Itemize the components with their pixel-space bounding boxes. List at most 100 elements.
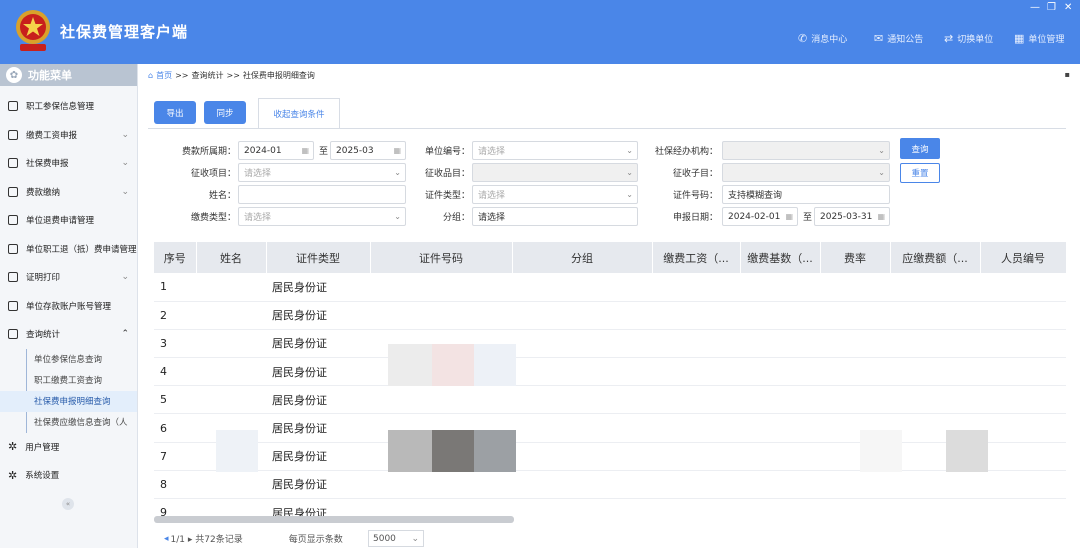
nav-switch-unit[interactable]: ⇄ 切换单位	[944, 32, 993, 45]
chevron-up-icon: ⌃	[121, 329, 129, 340]
period-from-input[interactable]: 2024-01 ▦	[238, 141, 314, 160]
item-select[interactable]: 请选择 ⌄	[238, 163, 406, 182]
tab-collapse-query[interactable]: 收起查询条件	[258, 98, 340, 128]
sidebar-subitem-label: 单位参保信息查询	[34, 355, 103, 365]
table-row[interactable]: 5 居民身份证	[154, 385, 1066, 415]
agency-select[interactable]: ⌄	[722, 141, 890, 160]
sidebar-item-user-manage[interactable]: ✲ 用户管理	[0, 433, 137, 462]
date-from-input[interactable]: 2024-02-01 ▦	[722, 207, 798, 226]
period-to-input[interactable]: 2025-03 ▦	[330, 141, 406, 160]
sidebar-item-bank-account[interactable]: 单位存款账户账号管理	[0, 292, 137, 321]
date-to-input[interactable]: 2025-03-31 ▦	[814, 207, 890, 226]
cell-group	[512, 273, 652, 302]
sync-button[interactable]: 同步	[204, 101, 246, 124]
table-row[interactable]: 3 居民身份证	[154, 329, 1066, 359]
sidebar-subitem-unit-query[interactable]: 单位参保信息查询	[0, 349, 137, 370]
sidebar-item-insured-info[interactable]: 职工参保信息管理	[0, 92, 137, 121]
col-header-group[interactable]: 分组	[512, 242, 653, 273]
col-header-idno[interactable]: 证件号码	[370, 242, 513, 273]
sidebar-item-print-cert[interactable]: 证明打印 ⌄	[0, 263, 137, 292]
gear-icon: ✿	[6, 67, 22, 83]
nav-switch-unit-label: 切换单位	[957, 35, 994, 45]
main-content: ⌂ 首页 >> 查询统计 >> 社保费申报明细查询 ▪ 导出 同步 收起查询条件…	[138, 64, 1080, 548]
col-header-name[interactable]: 姓名	[196, 242, 267, 273]
home-icon[interactable]: ⌂	[148, 71, 153, 80]
sidebar-item-staff-refund[interactable]: 单位职工退（抵）费申请管理	[0, 235, 137, 264]
unit-no-select[interactable]: 请选择 ⌄	[472, 141, 638, 160]
collapse-sidebar-button[interactable]: «	[62, 498, 74, 510]
close-icon[interactable]: ✕	[1064, 2, 1072, 13]
tax-emblem-logo	[16, 10, 50, 51]
sidebar-item-label: 职工参保信息管理	[26, 102, 95, 113]
paytype-select[interactable]: 请选择 ⌄	[238, 207, 406, 226]
cell-idtype: 居民身份证	[266, 413, 370, 443]
prev-page-icon[interactable]: ◂	[164, 534, 169, 544]
reset-button[interactable]: 重置	[900, 163, 940, 183]
sidebar-subitem-wage-query[interactable]: 职工缴费工资查询	[0, 370, 137, 391]
sidebar-item-payment[interactable]: 费款缴纳 ⌄	[0, 178, 137, 207]
sidebar-item-query[interactable]: 查询统计 ⌃	[0, 320, 137, 349]
sidebar-item-label: 社保费申报	[26, 159, 69, 170]
col-header-wage[interactable]: 缴费工资（...	[652, 242, 741, 273]
period-label: 费款所属期：	[181, 147, 236, 157]
col-header-no[interactable]: 序号	[154, 242, 197, 273]
table-row[interactable]: 2 居民身份证	[154, 301, 1066, 330]
minimize-icon[interactable]: —	[1030, 2, 1040, 13]
chevron-down-icon: ⌄	[121, 272, 129, 283]
table-row[interactable]: 4 居民身份证	[154, 357, 1066, 387]
per-page-select[interactable]: 5000 ⌄	[368, 530, 424, 547]
sidebar-item-settings[interactable]: ✲ 系统设置	[0, 461, 137, 490]
close-tab-icon[interactable]: ▪	[1065, 70, 1070, 79]
item-placeholder: 请选择	[244, 169, 272, 179]
cell-group	[512, 470, 652, 500]
sidebar-item-wage-declare[interactable]: 缴费工资申报 ⌄	[0, 121, 137, 150]
horizontal-scrollbar[interactable]	[154, 516, 514, 523]
breadcrumb: ⌂ 首页 >> 查询统计 >> 社保费申报明细查询	[148, 70, 315, 81]
breadcrumb-home[interactable]: 首页	[156, 70, 172, 81]
sidebar-item-label: 费款缴纳	[26, 187, 61, 198]
nav-unit-manage[interactable]: ▦ 单位管理	[1014, 32, 1064, 45]
pager-text: 1/1 ▸ 共72条记录	[170, 535, 243, 545]
calendar-icon: ▦	[785, 212, 793, 221]
nav-notice[interactable]: ✉ 通知公告	[874, 32, 923, 45]
table-row[interactable]: 8 居民身份证	[154, 470, 1066, 500]
chevron-down-icon: ⌄	[626, 190, 633, 199]
date-to-value: 2025-03-31	[820, 211, 873, 222]
nav-message-center[interactable]: ✆ 消息中心	[798, 32, 847, 45]
cell-name	[196, 329, 266, 359]
cell-group	[512, 329, 652, 359]
col-header-staffno[interactable]: 人员编号	[980, 242, 1066, 273]
breadcrumb-separator: >>	[175, 71, 189, 80]
query-button[interactable]: 查询	[900, 138, 940, 159]
table-row[interactable]: 1 居民身份证	[154, 273, 1066, 302]
product-select[interactable]: ⌄	[472, 163, 638, 182]
bank-icon	[8, 300, 18, 311]
sidebar-subitem-declare-detail[interactable]: 社保费申报明细查询	[0, 390, 137, 412]
idtype-select[interactable]: 请选择 ⌄	[472, 185, 638, 204]
sidebar-item-fee-declare[interactable]: 社保费申报 ⌄	[0, 149, 137, 178]
calendar-icon: ▦	[877, 212, 885, 221]
sidebar-subitem-payable-query[interactable]: 社保费应缴信息查询（人	[0, 412, 137, 433]
redaction-block	[474, 344, 516, 386]
col-header-rate[interactable]: 费率	[820, 242, 891, 273]
table-row[interactable]: 6 居民身份证	[154, 413, 1066, 443]
sidebar-item-unit-refund[interactable]: 单位退费申请管理	[0, 206, 137, 235]
cell-idtype: 居民身份证	[266, 273, 370, 302]
col-header-payable[interactable]: 应缴费额（...	[890, 242, 981, 273]
col-header-idtype[interactable]: 证件类型	[266, 242, 371, 273]
table-row[interactable]: 7 居民身份证	[154, 442, 1066, 471]
name-input[interactable]	[238, 185, 406, 204]
breadcrumb-level2: 社保费申报明细查询	[242, 71, 315, 80]
cell-no: 4	[154, 357, 196, 387]
idno-input[interactable]: 支持模糊查询	[722, 185, 890, 204]
refund-icon	[8, 215, 18, 226]
restore-icon[interactable]: ❐	[1047, 2, 1056, 13]
sidebar-subitem-label: 社保费申报明细查询	[34, 397, 111, 407]
export-button[interactable]: 导出	[154, 101, 196, 124]
subitem-select[interactable]: ⌄	[722, 163, 890, 182]
breadcrumb-level1[interactable]: 查询统计	[191, 70, 223, 81]
redaction-block	[388, 344, 432, 386]
group-input[interactable]: 请选择	[472, 207, 638, 226]
chart-icon	[8, 329, 18, 340]
col-header-base[interactable]: 缴费基数（...	[740, 242, 821, 273]
